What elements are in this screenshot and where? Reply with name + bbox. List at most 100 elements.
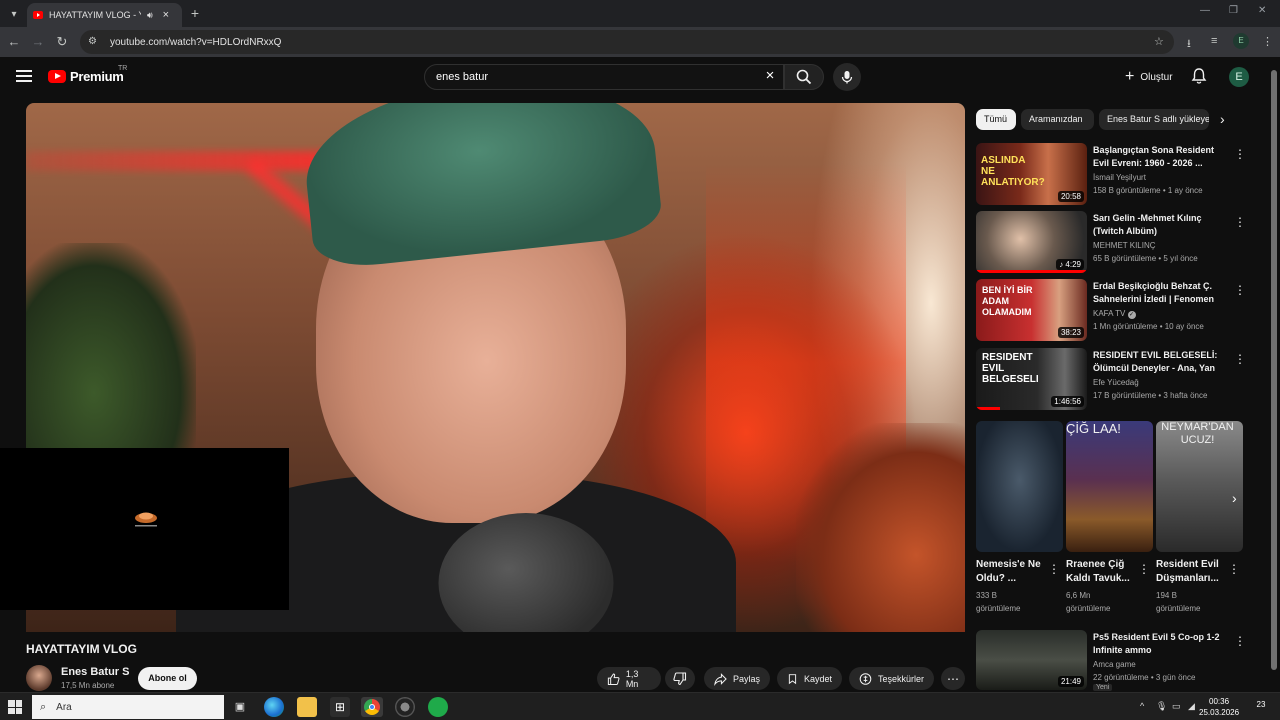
subscribe-button[interactable]: Abone ol	[138, 667, 197, 690]
browser-tab[interactable]: HAYATTAYIM VLOG - YouTube 🔊︎ ×	[27, 3, 182, 27]
video-thumbnail[interactable]: ♪ 4:29	[976, 211, 1087, 273]
youtube-play-icon	[48, 70, 66, 83]
media-control-icon[interactable]: ≡	[1211, 35, 1217, 47]
chip-all[interactable]: Tümü	[976, 109, 1016, 130]
bookmark-icon	[788, 673, 797, 684]
tray-volume-icon[interactable]: ◢	[1188, 701, 1195, 712]
short-thumbnail[interactable]: NEYMAR'DAN UCUZ!	[1156, 421, 1243, 552]
back-icon[interactable]: ←	[5, 33, 23, 51]
forward-icon[interactable]: →	[29, 33, 47, 51]
close-window-icon[interactable]: ✕	[1258, 5, 1266, 16]
microphone-icon	[841, 71, 853, 84]
short-item[interactable]: ÇİĞ LAA! Rraenee Çiğ Kaldı Tavuk... 6,6 …	[1066, 421, 1153, 615]
url-text: youtube.com/watch?v=HDLOrdNRxxQ	[110, 36, 282, 48]
kebab-menu-icon[interactable]: ⋮	[1234, 215, 1246, 229]
tab-title: HAYATTAYIM VLOG - YouTube	[49, 10, 141, 20]
like-count: 1,3 Mn	[625, 668, 639, 689]
chevron-right-icon[interactable]: ›	[1220, 111, 1225, 127]
site-info-icon[interactable]: ⚙	[88, 37, 100, 47]
short-item[interactable]: Nemesis'e Ne Oldu? ... 333 B görüntüleme…	[976, 421, 1063, 615]
page-scrollbar[interactable]	[1270, 66, 1278, 692]
short-item[interactable]: NEYMAR'DAN UCUZ! Resident Evil Düşmanlar…	[1156, 421, 1243, 615]
youtube-premium-logo[interactable]: Premium TR	[48, 65, 127, 84]
clear-search-icon[interactable]: ×	[762, 68, 778, 84]
scrollbar-thumb[interactable]	[1271, 70, 1277, 670]
subscriber-count: 17,5 Mn abone	[61, 681, 115, 690]
reload-icon[interactable]: ↻	[53, 33, 71, 51]
video-thumbnail[interactable]: ASLINDA NE ANLATIYOR? 20:58	[976, 143, 1087, 205]
new-badge: Yeni	[1093, 684, 1113, 691]
kebab-menu-icon[interactable]: ⋮	[1234, 147, 1246, 161]
app-icon[interactable]	[428, 697, 448, 717]
new-tab-button[interactable]: +	[186, 4, 204, 22]
tab-close-icon[interactable]: ×	[163, 9, 169, 21]
chip-from-search[interactable]: Aramanızdan	[1021, 109, 1094, 130]
more-actions-icon[interactable]: ⋯	[941, 667, 965, 690]
kebab-menu-icon[interactable]: ⋮	[1234, 352, 1246, 366]
video-thumbnail[interactable]: 21:49	[976, 630, 1087, 690]
download-icon[interactable]: ⭳	[1187, 35, 1191, 54]
like-button[interactable]: 1,3 Mn	[597, 667, 661, 690]
thanks-button[interactable]: Teşekkürler	[849, 667, 934, 690]
account-avatar[interactable]: E	[1229, 67, 1249, 87]
clock[interactable]: 00:36 25.03.2026	[1199, 696, 1239, 718]
kebab-menu-icon[interactable]: ⋮	[1228, 562, 1240, 576]
chrome-icon[interactable]	[361, 697, 383, 717]
channel-name[interactable]: Enes Batur S	[61, 666, 129, 678]
video-thumbnail[interactable]: BEN İYİ BİR ADAM OLAMADIM 38:23	[976, 279, 1087, 341]
share-button[interactable]: Paylaş	[704, 667, 770, 690]
guide-menu-icon[interactable]	[16, 70, 32, 82]
search-input[interactable]: enes batur	[424, 64, 784, 90]
loading-overlay	[0, 448, 289, 610]
video-title: HAYATTAYIM VLOG	[26, 642, 137, 656]
chip-from-channel[interactable]: Enes Batur S adlı yükleyen	[1099, 109, 1209, 130]
kebab-menu-icon[interactable]: ⋮	[1048, 562, 1060, 576]
recommendation-item[interactable]: ASLINDA NE ANLATIYOR? 20:58 Başlangıçtan…	[976, 143, 1246, 205]
tab-search-button[interactable]: ▾	[4, 4, 24, 24]
shorts-next-icon[interactable]: ›	[1232, 490, 1237, 506]
bookmark-star-icon[interactable]: ☆	[1154, 35, 1164, 48]
obs-icon[interactable]	[395, 697, 415, 717]
loading-icon	[135, 512, 157, 527]
tray-overflow-icon[interactable]: ^	[1140, 701, 1144, 711]
background-leaves	[796, 423, 965, 632]
short-thumbnail[interactable]: ÇİĞ LAA!	[1066, 421, 1153, 552]
notifications-button[interactable]	[1190, 67, 1210, 87]
dislike-button[interactable]	[665, 667, 695, 690]
taskbar-search-box[interactable]: ⌕ Ara	[32, 695, 224, 719]
watch-progress-bar	[976, 407, 1001, 410]
browser-profile-avatar[interactable]: E	[1233, 33, 1249, 49]
recommendation-item[interactable]: ♪ 4:29 Sarı Gelin -Mehmet Kılınç (Twitch…	[976, 211, 1246, 273]
kebab-menu-icon[interactable]: ⋮	[1234, 283, 1246, 297]
video-thumbnail[interactable]: RESIDENT EVIL BELGESELI 1:46:56	[976, 348, 1087, 410]
recommendation-item[interactable]: 21:49 Ps5 Resident Evil 5 Co-op 1-2 Infi…	[976, 630, 1246, 691]
file-explorer-icon[interactable]	[297, 697, 317, 717]
store-icon[interactable]: ⊞	[330, 697, 350, 717]
tray-network-icon[interactable]: ▭	[1172, 701, 1181, 712]
minimize-icon[interactable]: —	[1200, 5, 1210, 16]
kebab-menu-icon[interactable]: ⋮	[1138, 562, 1150, 576]
browser-menu-icon[interactable]: ⋮	[1262, 35, 1273, 48]
windows-start-icon[interactable]	[8, 700, 22, 714]
windows-taskbar: ⌕ Ara ▣ ⊞ ^ 🎙︎ ▭ ◢ 00:36 25.03.2026 23	[0, 692, 1280, 720]
address-bar[interactable]: ⚙ youtube.com/watch?v=HDLOrdNRxxQ	[80, 30, 1174, 54]
verified-badge-icon: ✓	[1127, 311, 1136, 319]
save-button[interactable]: Kaydet	[777, 667, 842, 690]
recommendation-item[interactable]: RESIDENT EVIL BELGESELI 1:46:56 RESIDENT…	[976, 348, 1246, 410]
share-icon	[714, 672, 727, 686]
create-button[interactable]: + Oluştur	[1115, 63, 1183, 91]
channel-avatar[interactable]	[26, 665, 52, 691]
speaker-icon[interactable]: 🔊︎	[147, 10, 153, 21]
restore-icon[interactable]: ❐	[1229, 5, 1238, 16]
voice-search-button[interactable]	[833, 63, 861, 91]
notification-center-icon[interactable]: 23	[1253, 700, 1269, 714]
edge-icon[interactable]	[264, 697, 284, 717]
search-button[interactable]	[784, 64, 824, 90]
recommendation-item[interactable]: BEN İYİ BİR ADAM OLAMADIM 38:23 Erdal Be…	[976, 279, 1246, 341]
kebab-menu-icon[interactable]: ⋮	[1234, 634, 1246, 648]
video-person-cap	[298, 103, 664, 271]
task-view-icon[interactable]: ▣	[230, 697, 250, 717]
short-thumbnail[interactable]	[976, 421, 1063, 552]
tray-mic-icon[interactable]: 🎙︎	[1156, 701, 1167, 712]
super-thanks-icon	[859, 672, 872, 685]
